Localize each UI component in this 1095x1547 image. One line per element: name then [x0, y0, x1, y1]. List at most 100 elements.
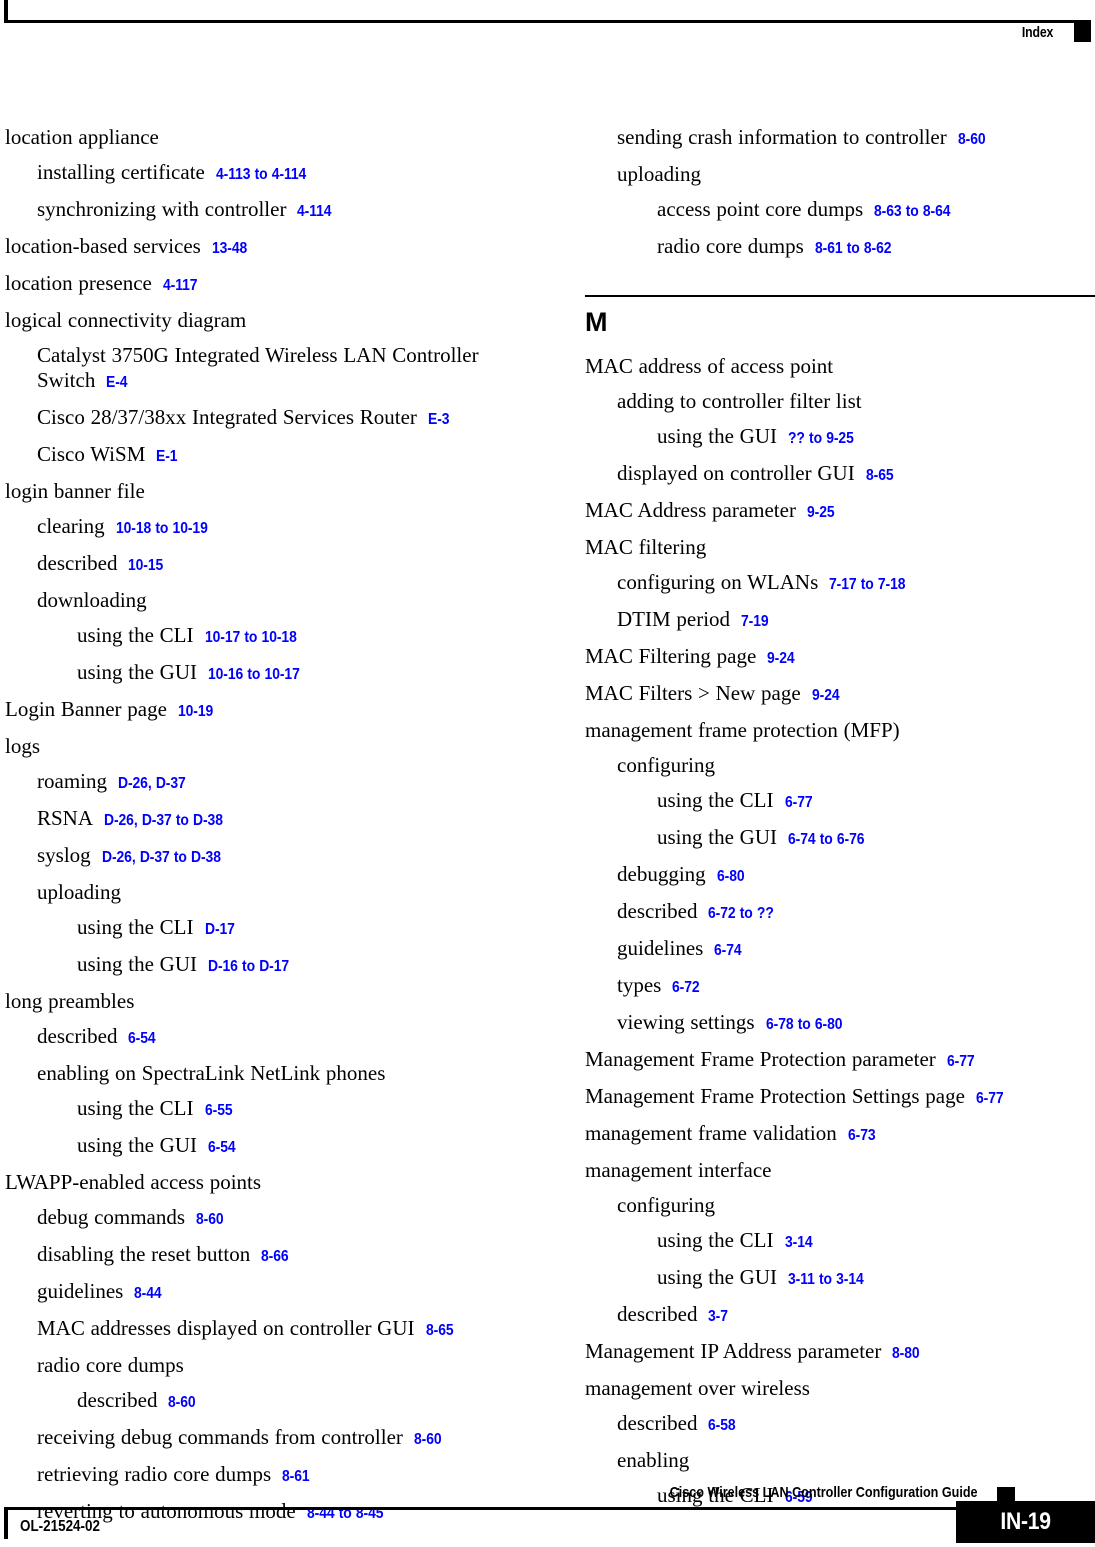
index-entry-page-reference[interactable]: 6-72	[672, 975, 700, 1000]
index-entry-page-reference[interactable]: 7-17 to 7-18	[829, 572, 906, 597]
index-entry-term: RSNA	[37, 806, 94, 830]
index-entry-page-reference[interactable]: 4-114	[297, 199, 331, 224]
index-entry-page-reference[interactable]: D-26, D-37	[118, 771, 186, 796]
index-entry-term: downloading	[37, 588, 147, 612]
index-entry-term: described	[77, 1388, 158, 1412]
index-entry: using the CLI 10-17 to 10-18	[77, 623, 515, 650]
index-entry-term: receiving debug commands from controller	[37, 1425, 403, 1449]
index-entry-page-reference[interactable]: 8-80	[892, 1341, 920, 1366]
index-entry-term: MAC address of access point	[585, 354, 834, 378]
index-entry-term: uploading	[617, 162, 701, 186]
index-entry: uploading	[617, 162, 1095, 187]
index-entry-term: MAC filtering	[585, 535, 707, 559]
index-entry-page-reference[interactable]: 4-113 to 4-114	[216, 162, 306, 187]
index-entry-page-reference[interactable]: 6-77	[976, 1086, 1004, 1111]
index-entry-term: installing certificate	[37, 160, 205, 184]
index-entry-term: Cisco 28/37/38xx Integrated Services Rou…	[37, 405, 417, 429]
index-entry-page-reference[interactable]: 8-63 to 8-64	[874, 199, 951, 224]
index-entry-page-reference[interactable]: 6-54	[208, 1135, 236, 1160]
index-entry-page-reference[interactable]: 6-80	[717, 864, 745, 889]
section-letter: M	[585, 307, 608, 337]
index-entry-page-reference[interactable]: 8-65	[426, 1318, 454, 1343]
index-entry-term: roaming	[37, 769, 107, 793]
index-entry-term: using the CLI	[657, 1228, 774, 1252]
index-entry-page-reference[interactable]: E-1	[156, 444, 177, 469]
index-entry: radio core dumps 8-61 to 8-62	[657, 234, 1095, 261]
index-entry: MAC addresses displayed on controller GU…	[37, 1316, 515, 1343]
index-entry-page-reference[interactable]: 8-60	[168, 1390, 196, 1415]
index-entry-page-reference[interactable]: D-16 to D-17	[208, 954, 289, 979]
index-entry: enabling on SpectraLink NetLink phones	[37, 1061, 515, 1086]
index-entry: debug commands 8-60	[37, 1205, 515, 1232]
index-entry-page-reference[interactable]: 10-17 to 10-18	[205, 625, 297, 650]
index-entry: syslog D-26, D-37 to D-38	[37, 843, 515, 870]
index-entry-term: Login Banner page	[5, 697, 167, 721]
index-entry: access point core dumps 8-63 to 8-64	[657, 197, 1095, 224]
document-id: OL-21524-02	[20, 1518, 100, 1535]
index-entry-page-reference[interactable]: 10-15	[128, 553, 163, 578]
index-entry-page-reference[interactable]: 8-65	[866, 463, 894, 488]
index-entry-page-reference[interactable]: 6-74 to 6-76	[788, 827, 865, 852]
page-footer: Cisco Wireless LAN Controller Configurat…	[0, 1455, 1095, 1547]
index-entry-page-reference[interactable]: 13-48	[212, 236, 247, 261]
index-entry-page-reference[interactable]: 9-25	[807, 500, 835, 525]
index-entry-page-reference[interactable]: 8-60	[196, 1207, 224, 1232]
index-entry-page-reference[interactable]: 8-44	[134, 1281, 162, 1306]
page-number-text: IN-19	[1000, 1508, 1051, 1535]
index-entry-page-reference[interactable]: D-26, D-37 to D-38	[104, 808, 223, 833]
index-entry: roaming D-26, D-37	[37, 769, 515, 796]
index-entry-term: location presence	[5, 271, 152, 295]
index-entry-page-reference[interactable]: D-17	[205, 917, 235, 942]
index-entry-page-reference[interactable]: 3-11 to 3-14	[788, 1267, 864, 1292]
index-entry-page-reference[interactable]: ?? to 9-25	[788, 426, 854, 451]
index-entry-term: MAC addresses displayed on controller GU…	[37, 1316, 415, 1340]
index-entry-page-reference[interactable]: 7-19	[741, 609, 769, 634]
index-entry-page-reference[interactable]: 9-24	[767, 646, 795, 671]
index-entry-term: described	[617, 899, 698, 923]
index-entry: management interface	[585, 1158, 1095, 1183]
index-entry: using the GUI 6-74 to 6-76	[657, 825, 1095, 852]
index-entry-term: radio core dumps	[657, 234, 804, 258]
index-entry-page-reference[interactable]: 8-61 to 8-62	[815, 236, 892, 261]
index-entry-term: MAC Address parameter	[585, 498, 796, 522]
index-entry-page-reference[interactable]: 3-7	[708, 1304, 728, 1329]
footer-corner-tick	[4, 1509, 8, 1539]
index-entry-page-reference[interactable]: 10-18 to 10-19	[116, 516, 208, 541]
index-entry: described 8-60	[77, 1388, 515, 1415]
index-entry-page-reference[interactable]: 6-58	[708, 1413, 736, 1438]
index-columns: location appliance installing certificate…	[0, 125, 1095, 1523]
index-entry-page-reference[interactable]: 3-14	[785, 1230, 813, 1255]
index-entry-term: access point core dumps	[657, 197, 864, 221]
index-entry: MAC Filtering page 9-24	[585, 644, 1095, 671]
index-entry-page-reference[interactable]: 8-66	[261, 1244, 289, 1269]
index-entry-page-reference[interactable]: 6-77	[947, 1049, 975, 1074]
index-entry: Catalyst 3750G Integrated Wireless LAN C…	[37, 343, 507, 395]
index-entry: using the CLI 6-77	[657, 788, 1095, 815]
index-entry-page-reference[interactable]: 4-117	[163, 273, 197, 298]
index-entry-page-reference[interactable]: E-3	[428, 407, 449, 432]
index-entry-term: DTIM period	[617, 607, 731, 631]
index-entry-term: disabling the reset button	[37, 1242, 251, 1266]
index-entry: described 6-72 to ??	[617, 899, 1095, 926]
index-entry-page-reference[interactable]: 10-19	[178, 699, 213, 724]
index-entry-page-reference[interactable]: 8-60	[414, 1427, 442, 1452]
section-block: M	[585, 295, 1095, 338]
index-entry-page-reference[interactable]: D-26, D-37 to D-38	[102, 845, 221, 870]
left-column: location appliance installing certificate…	[5, 125, 515, 1536]
page-number-badge: IN-19	[956, 1501, 1095, 1543]
index-entry-page-reference[interactable]: 6-73	[848, 1123, 876, 1148]
index-entry-page-reference[interactable]: 9-24	[812, 683, 840, 708]
index-entry-page-reference[interactable]: 6-74	[714, 938, 742, 963]
index-entry-page-reference[interactable]: 6-78 to 6-80	[766, 1012, 843, 1037]
index-entry-page-reference[interactable]: 6-72 to ??	[708, 901, 774, 926]
index-entry-page-reference[interactable]: 6-55	[205, 1098, 233, 1123]
index-entry: configuring on WLANs 7-17 to 7-18	[617, 570, 1095, 597]
index-entry-page-reference[interactable]: E-4	[106, 370, 127, 395]
index-entry-page-reference[interactable]: 6-77	[785, 790, 813, 815]
index-entry-page-reference[interactable]: 8-60	[958, 127, 986, 152]
index-entry-page-reference[interactable]: 10-16 to 10-17	[208, 662, 300, 687]
index-entry: location appliance	[5, 125, 515, 150]
index-entry-page-reference[interactable]: 6-54	[128, 1026, 156, 1051]
index-entry: installing certificate 4-113 to 4-114	[37, 160, 515, 187]
index-entry-term: location appliance	[5, 125, 159, 149]
